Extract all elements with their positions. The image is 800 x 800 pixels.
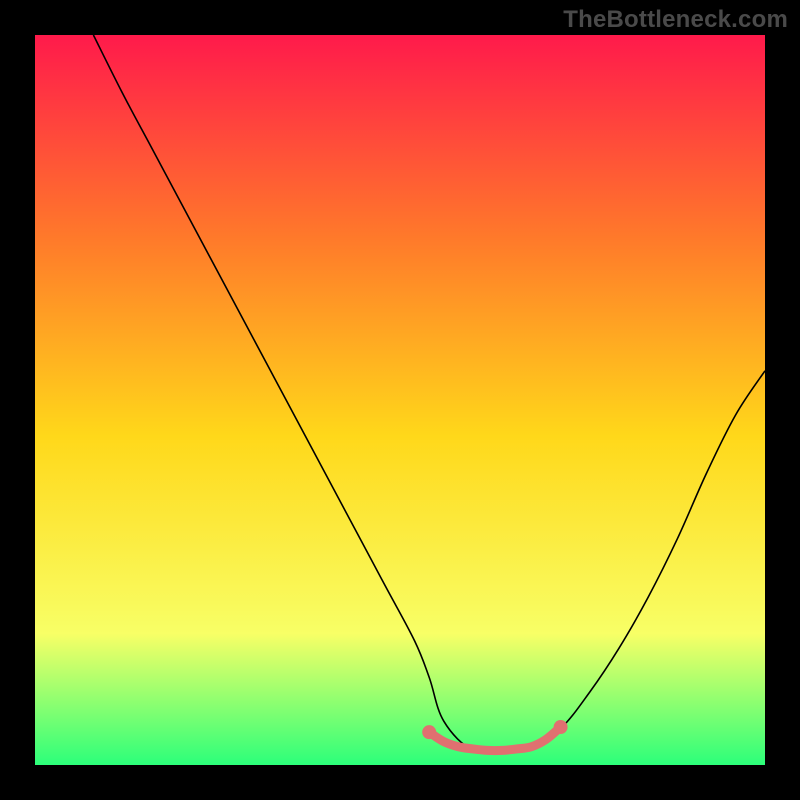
chart-svg <box>35 35 765 765</box>
watermark-text: TheBottleneck.com <box>563 6 788 34</box>
gradient-background <box>35 35 765 765</box>
chart-frame: TheBottleneck.com <box>0 0 800 800</box>
highlight-dot <box>422 725 436 739</box>
plot-area <box>35 35 765 765</box>
highlight-dot <box>554 720 568 734</box>
